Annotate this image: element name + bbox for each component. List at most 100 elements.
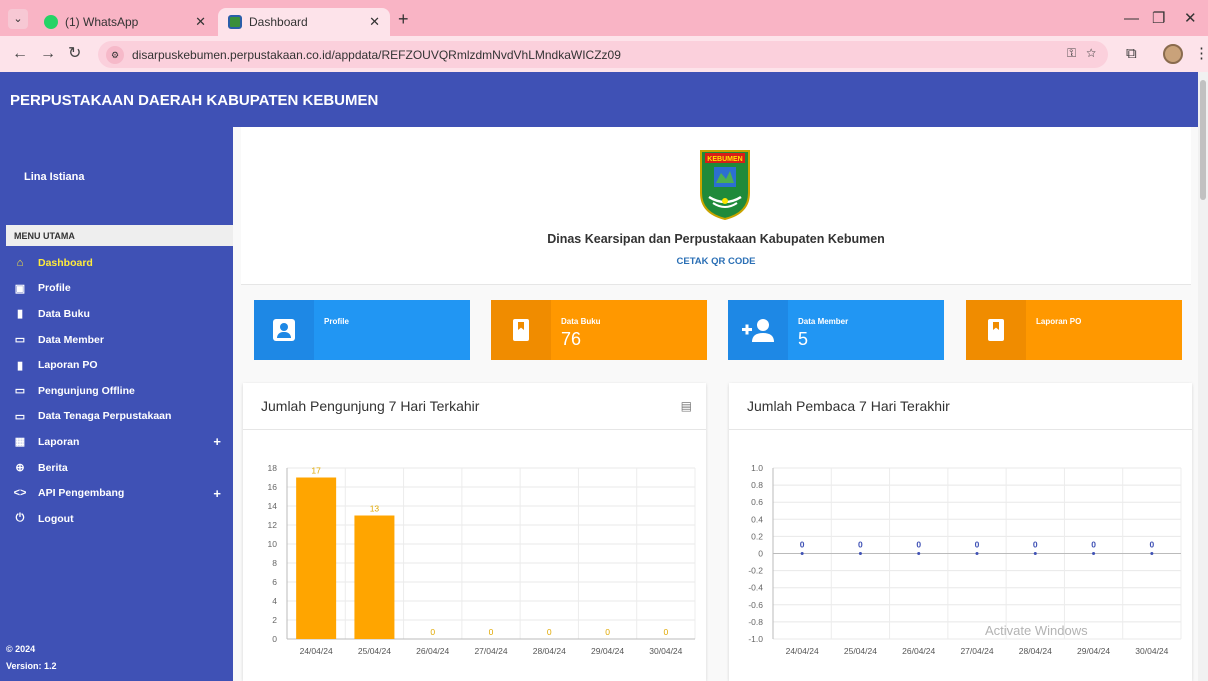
- url-input[interactable]: ⚙ disarpuskebumen.perpustakaan.co.id/app…: [98, 41, 1108, 68]
- data-label: 13: [370, 504, 380, 514]
- y-tick-label: 2: [272, 615, 277, 625]
- sidebar-item-dashboard[interactable]: ⌂ Dashboard: [0, 250, 233, 276]
- sidebar-item-api-pengembang[interactable]: <> API Pengembang +: [0, 480, 233, 506]
- folder-icon: ▭: [14, 334, 26, 347]
- y-tick-label: 6: [272, 577, 277, 587]
- new-tab-button[interactable]: +: [398, 9, 409, 29]
- more-menu-icon[interactable]: ⋮: [1194, 43, 1208, 65]
- tab-search-icon[interactable]: ⌄: [8, 9, 28, 29]
- window-close-icon[interactable]: ✕: [1184, 9, 1197, 29]
- y-tick-label: -0.2: [748, 566, 763, 576]
- sidebar-item-berita[interactable]: ⊕ Berita: [0, 455, 233, 481]
- y-tick-label: 0: [758, 549, 763, 559]
- y-tick-label: -0.8: [748, 617, 763, 627]
- y-tick-label: 1.0: [751, 463, 763, 473]
- account-box-icon: ▣: [14, 282, 26, 295]
- sidebar-item-label: Laporan: [38, 435, 80, 448]
- password-key-icon[interactable]: ⚿: [1067, 46, 1076, 60]
- bookmark-star-icon[interactable]: ☆: [1086, 46, 1096, 60]
- x-tick-label: 26/04/24: [902, 646, 935, 656]
- main-content: KEBUMEN Dinas Kearsipan dan Perpustakaan…: [233, 127, 1198, 681]
- book-icon: [966, 300, 1026, 360]
- stat-card-data-member[interactable]: Data Member 5: [728, 300, 944, 360]
- x-tick-label: 24/04/24: [786, 646, 819, 656]
- sidebar-item-label: Pengunjung Offline: [38, 384, 135, 397]
- app-title: PERPUSTAKAAN DAERAH KABUPATEN KEBUMEN: [10, 92, 379, 109]
- sidebar-item-label: API Pengembang: [38, 487, 125, 500]
- y-tick-label: 0.6: [751, 497, 763, 507]
- x-tick-label: 28/04/24: [1019, 646, 1052, 656]
- y-tick-label: -0.6: [748, 600, 763, 610]
- logo-text: KEBUMEN: [707, 156, 742, 163]
- x-tick-label: 24/04/24: [300, 646, 333, 656]
- copyright-text: © 2024: [6, 644, 36, 654]
- sidebar-item-profile[interactable]: ▣ Profile: [0, 276, 233, 302]
- y-tick-label: 0.4: [751, 514, 763, 524]
- sidebar-item-logout[interactable]: ⏻ Logout: [0, 506, 233, 532]
- x-tick-label: 29/04/24: [1077, 646, 1110, 656]
- visitor-chart-card: 0 2 4 6 8 10 12 14 16 18 24/04/24 17 25/04/24 13 26/04…: [243, 383, 706, 681]
- book-icon: [491, 300, 551, 360]
- menu-header: MENU UTAMA: [6, 225, 233, 246]
- data-label: 0: [547, 627, 552, 637]
- restore-icon[interactable]: ❐: [1152, 9, 1165, 29]
- activate-windows-watermark: Activate Windows: [985, 623, 1088, 638]
- y-tick-label: 14: [268, 501, 278, 511]
- stat-label: Laporan PO: [1036, 317, 1082, 326]
- data-label: 0: [975, 540, 980, 550]
- extensions-icon[interactable]: ⧉: [1126, 43, 1137, 65]
- profile-avatar[interactable]: [1163, 44, 1183, 64]
- y-tick-label: 16: [268, 482, 278, 492]
- whatsapp-icon: [44, 15, 58, 29]
- sidebar-menu: ⌂ Dashboard ▣ Profile ▮ Data Buku ▭ Data…: [0, 250, 233, 532]
- sidebar-item-pengunjung-offline[interactable]: ▭ Pengunjung Offline: [0, 378, 233, 404]
- reload-icon[interactable]: ↻: [68, 44, 81, 64]
- y-tick-label: 12: [268, 520, 278, 530]
- tab-dashboard[interactable]: Dashboard ✕: [218, 8, 390, 36]
- forward-icon[interactable]: →: [40, 44, 56, 64]
- sidebar-item-data-tenaga-perpustakaan[interactable]: ▭ Data Tenaga Perpustakaan: [0, 404, 233, 430]
- data-label: 0: [663, 627, 668, 637]
- grid-icon: ▦: [14, 436, 26, 449]
- data-point: [858, 552, 862, 555]
- expand-plus-icon[interactable]: +: [213, 486, 221, 501]
- data-point: [1150, 552, 1154, 555]
- tab-whatsapp[interactable]: (1) WhatsApp ✕: [34, 8, 216, 36]
- sidebar-item-data-buku[interactable]: ▮ Data Buku: [0, 301, 233, 327]
- scrollbar-thumb[interactable]: [1200, 80, 1206, 200]
- close-icon[interactable]: ✕: [195, 14, 206, 30]
- back-icon[interactable]: ←: [12, 44, 28, 64]
- stat-value: 76: [561, 329, 582, 349]
- sidebar-item-label: Logout: [38, 512, 74, 525]
- folder-icon: ▭: [14, 385, 26, 398]
- folder-icon: ▭: [14, 410, 26, 423]
- site-info-icon[interactable]: ⚙: [106, 45, 124, 64]
- home-icon: ⌂: [16, 256, 24, 269]
- data-label: 0: [1091, 540, 1096, 550]
- reader-chart-card: -1.0 -0.8 -0.6 -0.4 -0.2 0 0.2 0.4 0.6 0.8 1.0 24/0…: [729, 383, 1192, 681]
- account-box-icon: [254, 300, 314, 360]
- sidebar-item-laporan[interactable]: ▦ Laporan +: [0, 429, 233, 455]
- minimize-icon[interactable]: —: [1124, 9, 1139, 29]
- y-tick-label: 0.8: [751, 480, 763, 490]
- kebumen-logo: KEBUMEN: [700, 150, 750, 221]
- expand-plus-icon[interactable]: +: [213, 434, 221, 449]
- stat-card-data-buku[interactable]: Data Buku 76: [491, 300, 707, 360]
- data-label: 0: [916, 540, 921, 550]
- org-name: Dinas Kearsipan dan Perpustakaan Kabupat…: [547, 232, 885, 246]
- x-tick-label: 25/04/24: [844, 646, 877, 656]
- sidebar-item-laporan-po[interactable]: ▮ Laporan PO: [0, 352, 233, 378]
- print-qr-code-link[interactable]: CETAK QR CODE: [241, 256, 1191, 267]
- user-name: Lina Istiana: [24, 171, 85, 183]
- data-point: [917, 552, 921, 555]
- sidebar-item-label: Data Buku: [38, 307, 90, 320]
- browser-tab-bar: ⌄ (1) WhatsApp ✕ Dashboard ✕ + — ❐ ✕: [0, 0, 1208, 36]
- data-point: [1092, 552, 1096, 555]
- calendar-icon[interactable]: ▤: [681, 399, 692, 413]
- close-icon[interactable]: ✕: [369, 14, 380, 30]
- data-label: 0: [858, 540, 863, 550]
- stat-card-profile[interactable]: Profile: [254, 300, 470, 360]
- sidebar-item-data-member[interactable]: ▭ Data Member: [0, 327, 233, 353]
- y-tick-label: 0.2: [751, 531, 763, 541]
- stat-card-laporan-po[interactable]: Laporan PO: [966, 300, 1182, 360]
